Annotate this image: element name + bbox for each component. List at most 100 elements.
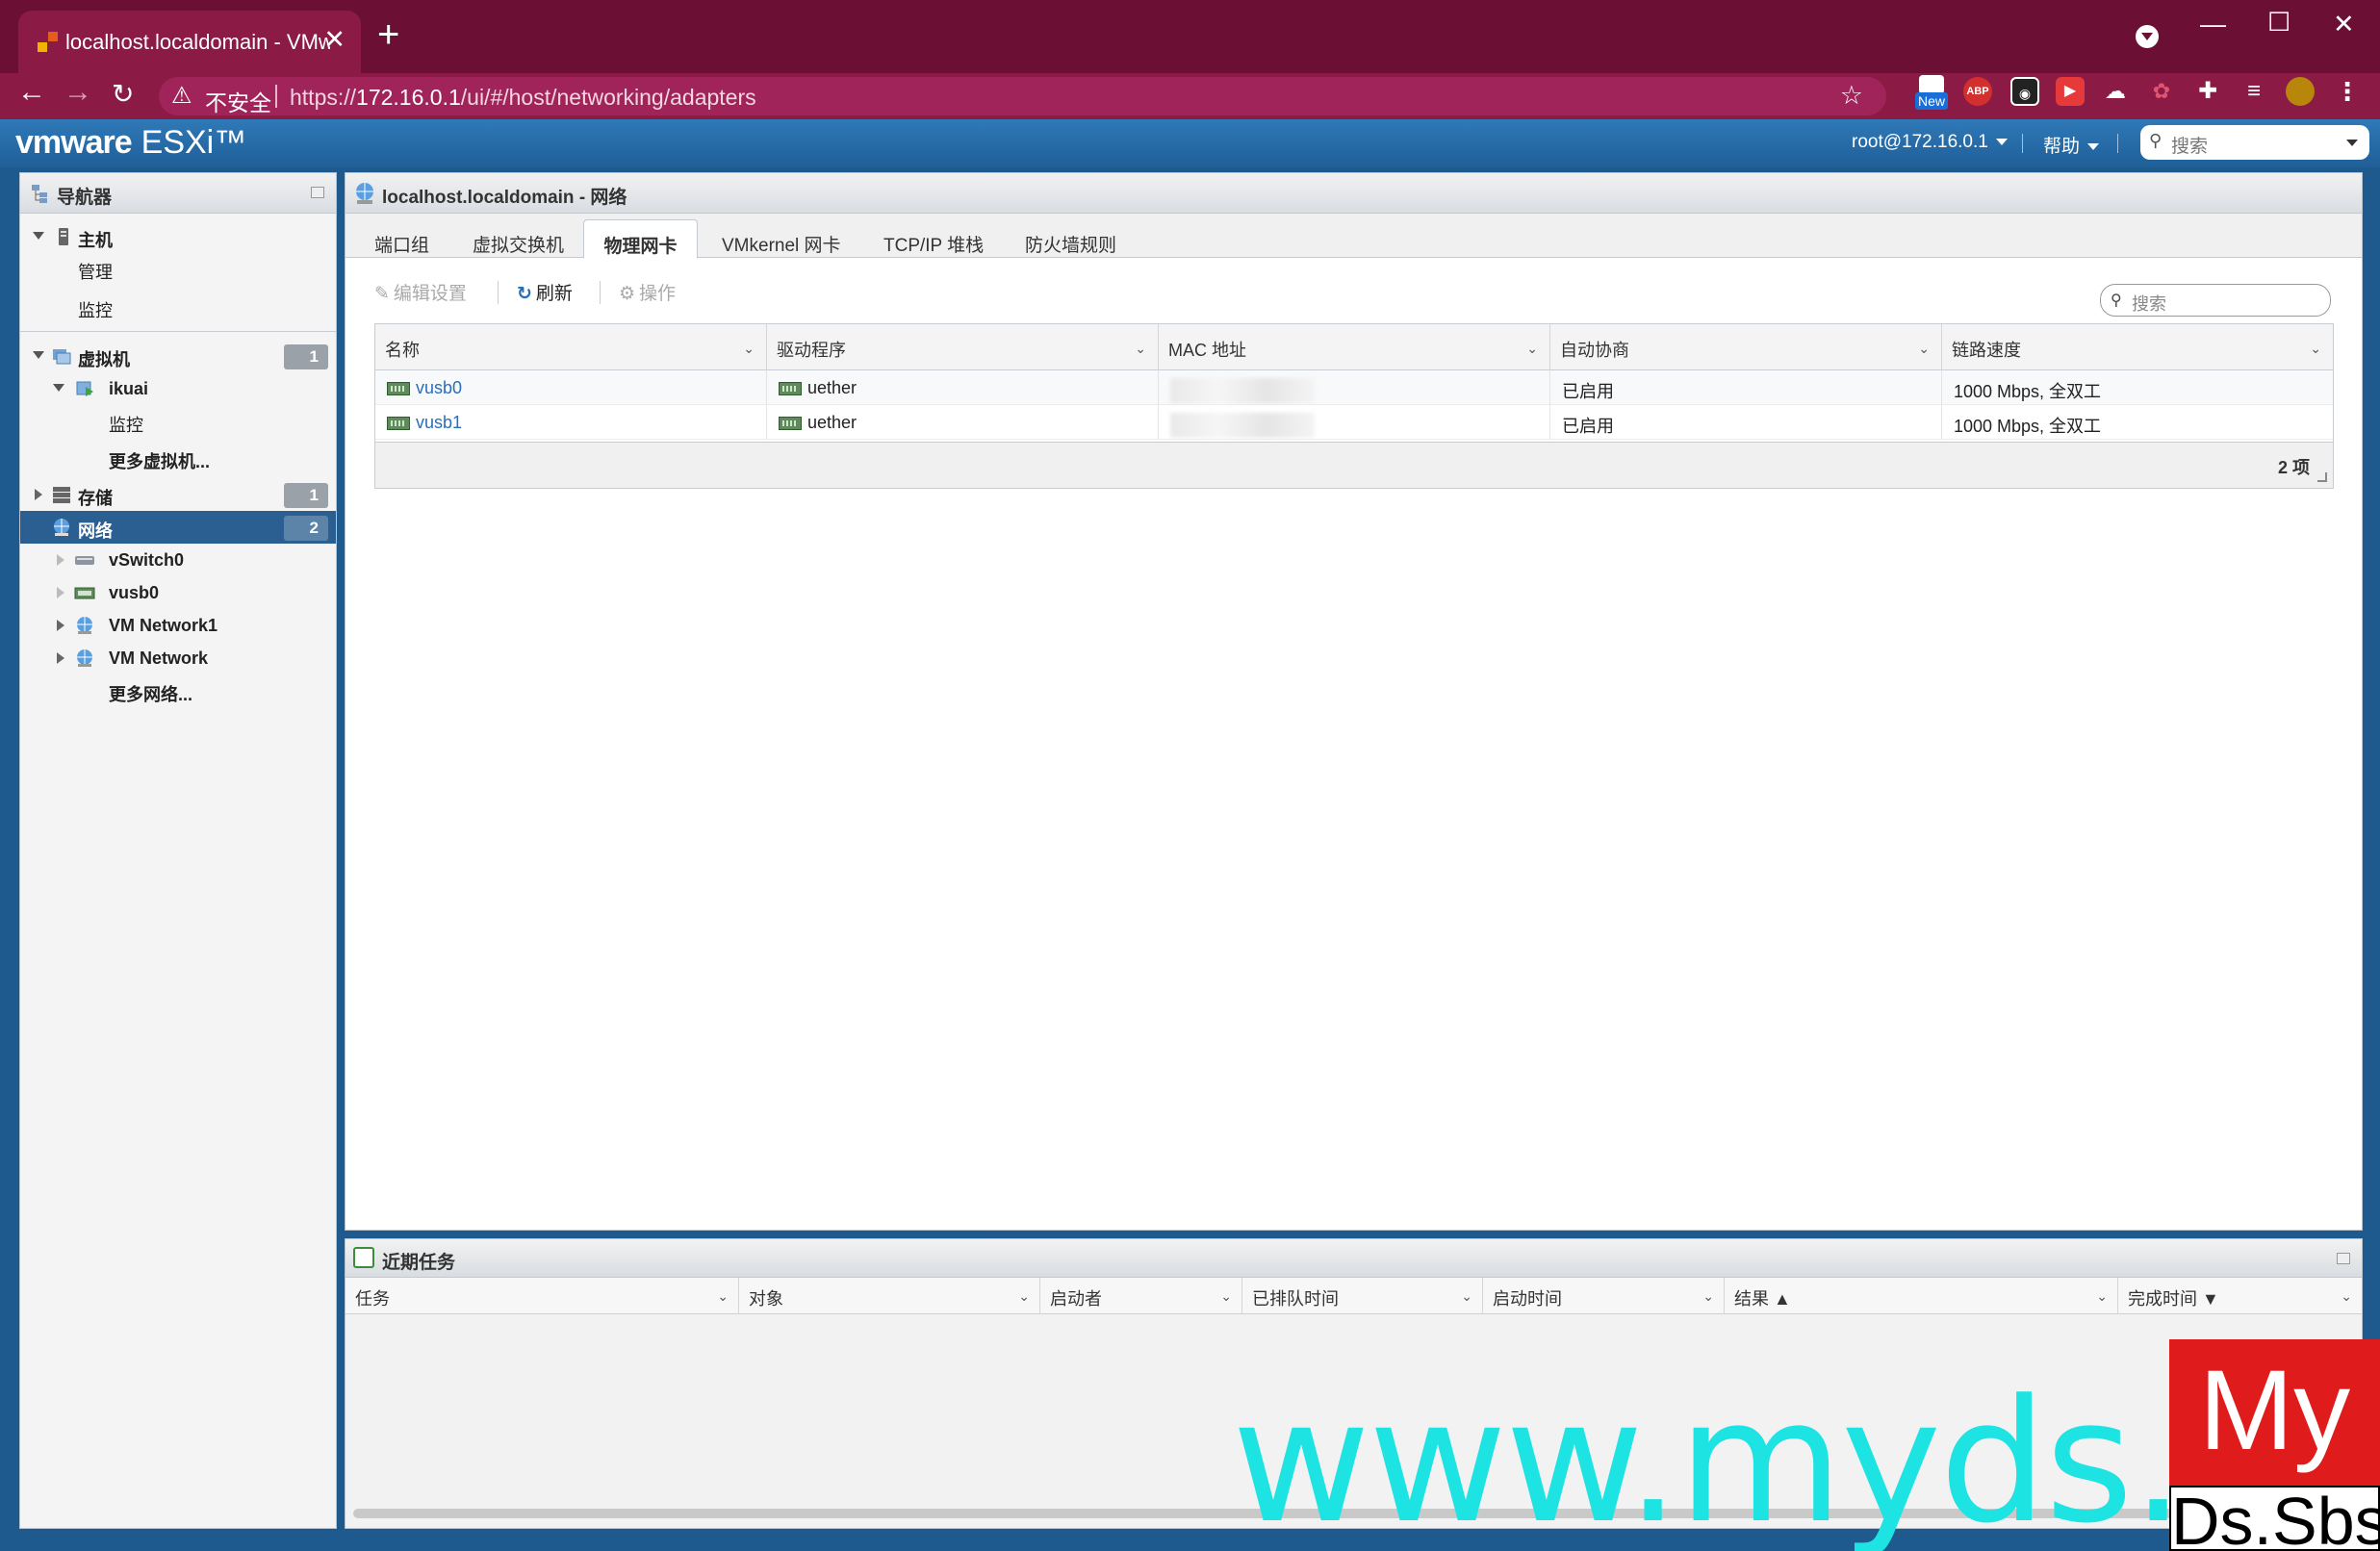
nav-item-virtual-machines[interactable]: 虚拟机 1 — [20, 340, 336, 372]
table-row[interactable]: vusb0 uether 已启用 1000 Mbps, 全双工 — [375, 370, 2333, 405]
warning-icon[interactable]: ⚠ — [171, 82, 192, 110]
user-menu[interactable]: root@172.16.0.1 — [1852, 132, 2008, 153]
column-header-driver[interactable]: 驱动程序 ⌄ — [767, 324, 1159, 370]
insecure-label[interactable]: 不安全 — [205, 85, 271, 117]
chevron-down-icon[interactable] — [2346, 140, 2358, 146]
column-header-started[interactable]: 启动时间 ⌄ — [1483, 1278, 1725, 1314]
resize-handle-icon[interactable] — [2317, 472, 2327, 482]
forward-icon[interactable]: → — [64, 76, 92, 109]
collapse-icon[interactable] — [33, 232, 44, 240]
expand-icon[interactable] — [57, 652, 64, 664]
puzzle-extensions-icon[interactable]: ✚ — [2193, 77, 2222, 106]
collapse-icon[interactable] — [33, 522, 44, 530]
edit-settings-button[interactable]: ✎ 编辑设置 — [374, 279, 467, 305]
tab-virtual-switches[interactable]: 虚拟交换机 — [473, 223, 564, 258]
storage-icon — [53, 487, 70, 503]
chevron-down-icon[interactable]: ⌄ — [2310, 341, 2321, 357]
nic-link[interactable]: vusb1 — [416, 413, 462, 432]
tab-firewall-rules[interactable]: 防火墙规则 — [1025, 223, 1116, 258]
nav-item-vm-monitor[interactable]: 监控 — [20, 405, 336, 438]
adblock-plus-icon[interactable]: ABP — [1963, 77, 1992, 106]
column-header-mac[interactable]: MAC 地址 ⌄ — [1159, 324, 1550, 370]
browser-tab[interactable]: localhost.localdomain - VMwa ✕ — [18, 11, 361, 73]
minimize-panel-icon[interactable] — [2337, 1253, 2350, 1264]
new-extension-icon[interactable]: New — [1915, 75, 1948, 112]
gift-extension-icon[interactable]: ✿ — [2147, 77, 2176, 106]
back-icon[interactable]: ← — [17, 76, 46, 109]
collapse-icon[interactable] — [53, 384, 64, 392]
nav-item-manage[interactable]: 管理 — [20, 252, 336, 285]
avatar[interactable] — [2286, 77, 2315, 106]
column-header-name[interactable]: 名称 ⌄ — [375, 324, 767, 370]
global-search-input[interactable]: ⚲ 搜索 — [2140, 125, 2369, 160]
nav-item-networking[interactable]: 网络 2 — [20, 511, 336, 544]
nav-item-monitor[interactable]: 监控 — [20, 291, 336, 323]
chevron-down-icon[interactable]: ⌄ — [1220, 1288, 1232, 1305]
actions-button[interactable]: ⚙ 操作 — [619, 279, 676, 305]
refresh-button[interactable]: ↻ 刷新 — [517, 279, 573, 305]
mac-address-redacted — [1170, 378, 1315, 403]
nav-item-more-networks[interactable]: 更多网络... — [20, 674, 336, 707]
address-bar[interactable]: ⚠ 不安全 https://172.16.0.1/ui/#/host/netwo… — [159, 77, 1886, 115]
nav-item-storage[interactable]: 存储 1 — [20, 478, 336, 511]
column-header-initiator[interactable]: 启动者 ⌄ — [1040, 1278, 1242, 1314]
toolbar-divider — [600, 281, 601, 304]
help-menu[interactable]: 帮助 — [2043, 132, 2100, 158]
browser-menu-icon[interactable]: ⋮ — [2333, 77, 2362, 106]
collapse-icon[interactable] — [33, 351, 44, 359]
tab-vmkernel-nics[interactable]: VMkernel 网卡 — [722, 223, 841, 258]
nav-item-vusb0[interactable]: vusb0 — [20, 576, 336, 609]
bookmark-star-icon[interactable]: ☆ — [1840, 81, 1863, 111]
url-text[interactable]: https://172.16.0.1/ui/#/host/networking/… — [290, 85, 756, 111]
tab-physical-nics[interactable]: 物理网卡 — [583, 219, 698, 259]
nav-item-vm-network[interactable]: VM Network — [20, 642, 336, 674]
chevron-down-icon[interactable]: ⌄ — [2096, 1288, 2108, 1305]
chevron-down-icon[interactable]: ⌄ — [717, 1288, 729, 1305]
minimize-panel-icon[interactable] — [311, 187, 324, 198]
column-header-result[interactable]: 结果 ▲ ⌄ — [1725, 1278, 2118, 1314]
expand-icon[interactable] — [57, 587, 64, 598]
column-header-completed[interactable]: 完成时间 ▼ ⌄ — [2118, 1278, 2362, 1314]
nav-item-host[interactable]: 主机 — [20, 220, 336, 253]
chevron-down-icon[interactable]: ⌄ — [743, 341, 755, 357]
chevron-down-icon[interactable]: ⌄ — [1918, 341, 1930, 357]
video-extension-icon[interactable]: ▶ — [2056, 77, 2085, 106]
column-header-speed[interactable]: 链路速度 ⌄ — [1942, 324, 2333, 370]
nav-item-vswitch0[interactable]: vSwitch0 — [20, 544, 336, 576]
column-header-queued[interactable]: 已排队时间 ⌄ — [1242, 1278, 1483, 1314]
nic-link[interactable]: vusb0 — [416, 378, 462, 397]
reading-list-icon[interactable]: ≡ — [2239, 77, 2268, 106]
reload-icon[interactable]: ↻ — [112, 78, 134, 110]
column-header-target[interactable]: 对象 ⌄ — [739, 1278, 1040, 1314]
network-count-badge: 2 — [284, 516, 328, 541]
browser-tab-strip: localhost.localdomain - VMwa ✕ + — ☐ ✕ — [0, 0, 2380, 73]
recent-tasks-header: 近期任务 — [345, 1239, 2362, 1278]
chevron-down-icon[interactable]: ⌄ — [1526, 341, 1538, 357]
mask-extension-icon[interactable]: ◉ — [2010, 77, 2039, 106]
minimize-window-icon[interactable]: — — [2200, 10, 2226, 39]
nav-item-more-vms[interactable]: 更多虚拟机... — [20, 442, 336, 474]
chevron-down-icon[interactable]: ⌄ — [1135, 341, 1146, 357]
table-row[interactable]: vusb1 uether 已启用 1000 Mbps, 全双工 — [375, 405, 2333, 440]
nav-item-vm-network1[interactable]: VM Network1 — [20, 609, 336, 642]
nav-item-vm-ikuai[interactable]: ikuai — [20, 372, 336, 405]
chevron-down-icon[interactable]: ⌄ — [2341, 1288, 2352, 1305]
tab-search-icon[interactable] — [2136, 25, 2159, 48]
chevron-down-icon[interactable]: ⌄ — [1461, 1288, 1472, 1305]
expand-icon[interactable] — [57, 620, 64, 631]
close-tab-icon[interactable]: ✕ — [323, 25, 345, 55]
tab-port-groups[interactable]: 端口组 — [374, 223, 429, 258]
expand-icon[interactable] — [57, 554, 64, 566]
maximize-window-icon[interactable]: ☐ — [2267, 8, 2290, 38]
chevron-down-icon[interactable]: ⌄ — [1702, 1288, 1714, 1305]
close-window-icon[interactable]: ✕ — [2333, 10, 2355, 39]
expand-icon[interactable] — [35, 489, 42, 500]
column-header-task[interactable]: 任务 ⌄ — [345, 1278, 739, 1314]
chevron-down-icon[interactable]: ⌄ — [1018, 1288, 1030, 1305]
table-search-input[interactable]: ⚲ 搜索 — [2100, 284, 2331, 317]
column-header-autoneg[interactable]: 自动协商 ⌄ — [1550, 324, 1942, 370]
new-tab-button[interactable]: + — [377, 13, 399, 57]
tab-tcpip-stacks[interactable]: TCP/IP 堆栈 — [883, 223, 984, 258]
physical-nic-icon — [387, 417, 410, 431]
cloud-extension-icon[interactable]: ☁ — [2101, 77, 2130, 106]
